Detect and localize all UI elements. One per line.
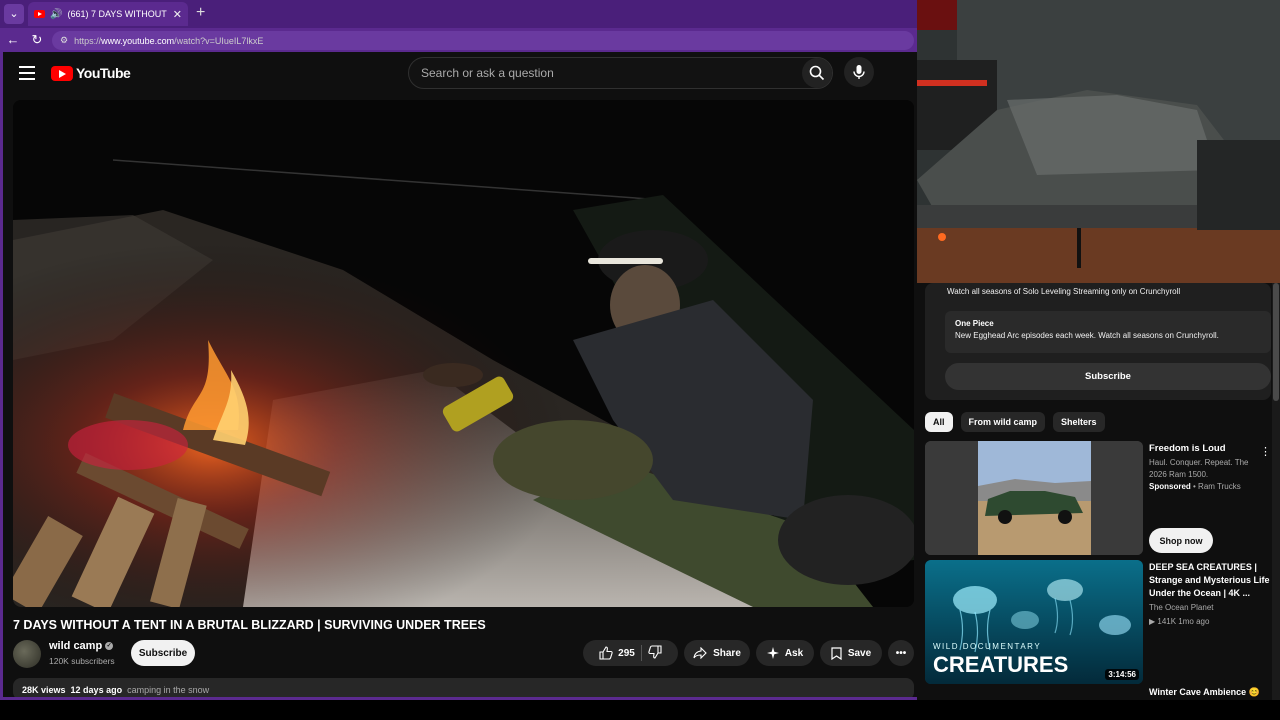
right-panel: Watch all seasons of Solo Leveling Strea…: [917, 0, 1280, 700]
description-hashtag[interactable]: camping in the snow: [127, 685, 209, 695]
like-count: 295: [618, 647, 635, 659]
video-player[interactable]: [13, 100, 914, 607]
channel-avatar[interactable]: [13, 640, 41, 668]
video-frame: [13, 100, 914, 607]
new-tab-icon[interactable]: +: [196, 4, 205, 22]
like-dislike-group: 295: [583, 640, 678, 666]
search-button[interactable]: [802, 58, 832, 88]
dislike-button[interactable]: [648, 644, 662, 662]
shop-now-button[interactable]: Shop now: [1149, 528, 1213, 553]
thumbs-up-icon: [599, 646, 613, 660]
more-horizontal-icon: •••: [895, 647, 907, 659]
address-bar: ← ↻ ⚙ https://www.youtube.com/watch?v=UI…: [0, 28, 917, 52]
youtube-favicon-icon: [34, 10, 45, 18]
like-button[interactable]: 295: [599, 646, 635, 660]
ad-meta: Sponsored • Ram Trucks: [1149, 482, 1241, 491]
youtube-wordmark: YouTube: [76, 65, 131, 81]
verified-check-icon: ✓: [105, 642, 114, 651]
ask-label: Ask: [784, 647, 804, 659]
recommended-video[interactable]: WILD DOCUMENTARY CREATURES 3:14:56 DEEP …: [925, 560, 1271, 685]
url-path: /watch?v=UIueIL7lkxE: [174, 35, 264, 46]
search-icon: [809, 65, 825, 81]
chip-from-wild-camp[interactable]: From wild camp: [960, 412, 1046, 432]
webcam-overlay: [917, 0, 1280, 283]
browser-tab-youtube[interactable]: 🔊 (661) 7 DAYS WITHOUT A TENT ✕: [28, 2, 188, 26]
ad-description: Haul. Conquer. Repeat. The 2026 Ram 1500…: [1149, 458, 1249, 479]
share-arrow-icon: [693, 647, 707, 659]
rec-thumbnail[interactable]: WILD DOCUMENTARY CREATURES 3:14:56: [925, 560, 1143, 684]
voice-search-button[interactable]: [844, 57, 874, 87]
thumb-caption-small: WILD DOCUMENTARY: [933, 642, 1042, 651]
sponsored-ad[interactable]: Freedom is Loud Haul. Conquer. Repeat. T…: [925, 441, 1271, 556]
like-divider: [640, 645, 642, 661]
chip-shelters[interactable]: Shelters: [1053, 412, 1105, 432]
video-owner-row: wild camp ✓ 120K subscribers Subscribe 29…: [13, 638, 914, 668]
microphone-icon: [853, 65, 865, 79]
speaker-icon[interactable]: 🔊: [50, 9, 62, 20]
tab-title: (661) 7 DAYS WITHOUT A TENT: [67, 9, 167, 19]
promo-card-desc: New Egghead Arc episodes each week. Watc…: [955, 331, 1219, 340]
bookmark-icon: [831, 646, 842, 660]
channel-name-text: wild camp: [49, 640, 103, 652]
site-info-icon[interactable]: ⚙: [60, 35, 68, 46]
url-host: www.youtube.com: [101, 35, 175, 46]
reload-icon[interactable]: ↻: [28, 31, 46, 49]
channel-name[interactable]: wild camp ✓: [49, 640, 114, 652]
video-duration: 3:14:56: [1105, 669, 1139, 680]
promo-card[interactable]: One Piece New Egghead Arc episodes each …: [945, 311, 1271, 353]
thumb-caption-big: CREATURES: [933, 652, 1069, 677]
sparkle-icon: [766, 647, 779, 659]
ad-title: Freedom is Loud: [1149, 443, 1226, 454]
video-title: 7 DAYS WITHOUT A TENT IN A BRUTAL BLIZZA…: [13, 618, 486, 632]
subscribe-button[interactable]: Subscribe: [131, 640, 195, 666]
rec-stats: ▶ 141K 1mo ago: [1149, 617, 1210, 626]
promo-card-title: One Piece: [955, 319, 994, 328]
screen: ⌄ 🔊 (661) 7 DAYS WITHOUT A TENT ✕ + ← ↻ …: [0, 0, 1280, 720]
youtube-play-icon: [51, 65, 73, 81]
url-scheme: https://: [74, 35, 102, 46]
browser-window: ⌄ 🔊 (661) 7 DAYS WITHOUT A TENT ✕ + ← ↻ …: [0, 0, 917, 700]
filter-chips: All From wild camp Shelters: [925, 412, 1105, 432]
sidebar-scrollbar[interactable]: [1272, 283, 1280, 700]
truck-image: [925, 441, 1143, 555]
scrollbar-thumb[interactable]: [1273, 283, 1279, 401]
search-placeholder: Search or ask a question: [421, 66, 554, 80]
next-rec-title: Winter Cave Ambience 😊: [1149, 687, 1260, 697]
save-button[interactable]: Save: [820, 640, 882, 666]
description-box[interactable]: 28K views 12 days ago camping in the sno…: [13, 678, 914, 697]
promo-line: Watch all seasons of Solo Leveling Strea…: [947, 287, 1181, 296]
share-label: Share: [713, 647, 741, 659]
ask-button[interactable]: Ask: [756, 640, 814, 666]
save-label: Save: [847, 647, 872, 659]
tab-strip: ⌄ 🔊 (661) 7 DAYS WITHOUT A TENT ✕ +: [0, 0, 917, 28]
chip-all[interactable]: All: [925, 412, 953, 432]
subscriber-count: 120K subscribers: [49, 656, 115, 666]
more-actions-button[interactable]: •••: [888, 640, 914, 666]
tab-list-chevron-icon[interactable]: ⌄: [4, 4, 24, 24]
secondary-column: Watch all seasons of Solo Leveling Strea…: [917, 283, 1280, 700]
search-input[interactable]: Search or ask a question: [408, 57, 833, 89]
url-field[interactable]: ⚙ https://www.youtube.com/watch?v=UIueIL…: [52, 31, 914, 50]
sponsored-label: Sponsored: [1149, 482, 1191, 491]
promo-subscribe-button[interactable]: Subscribe: [945, 363, 1271, 390]
youtube-page: YouTube Search or ask a question 7 DAYS …: [3, 52, 917, 697]
menu-icon[interactable]: [19, 66, 35, 80]
ad-more-vertical-icon[interactable]: ⋮: [1260, 445, 1271, 458]
youtube-logo[interactable]: YouTube: [51, 65, 131, 81]
rec-channel: The Ocean Planet: [1149, 603, 1214, 612]
channel-promo-panel: Watch all seasons of Solo Leveling Strea…: [925, 283, 1271, 400]
upload-age: 12 days ago: [70, 685, 123, 695]
advertiser-name: • Ram Trucks: [1193, 482, 1241, 491]
share-button[interactable]: Share: [684, 640, 750, 666]
view-count: 28K views: [22, 685, 66, 695]
masthead: YouTube Search or ask a question: [3, 52, 917, 96]
rec-title: DEEP SEA CREATURES | Strange and Mysteri…: [1149, 562, 1270, 598]
ad-thumbnail[interactable]: [925, 441, 1143, 555]
taskbar-strip: [0, 700, 1280, 720]
webcam-feed: [917, 0, 1280, 283]
back-arrow-icon[interactable]: ←: [4, 31, 22, 49]
thumbs-down-icon: [648, 644, 662, 659]
tab-close-icon[interactable]: ✕: [173, 8, 182, 21]
